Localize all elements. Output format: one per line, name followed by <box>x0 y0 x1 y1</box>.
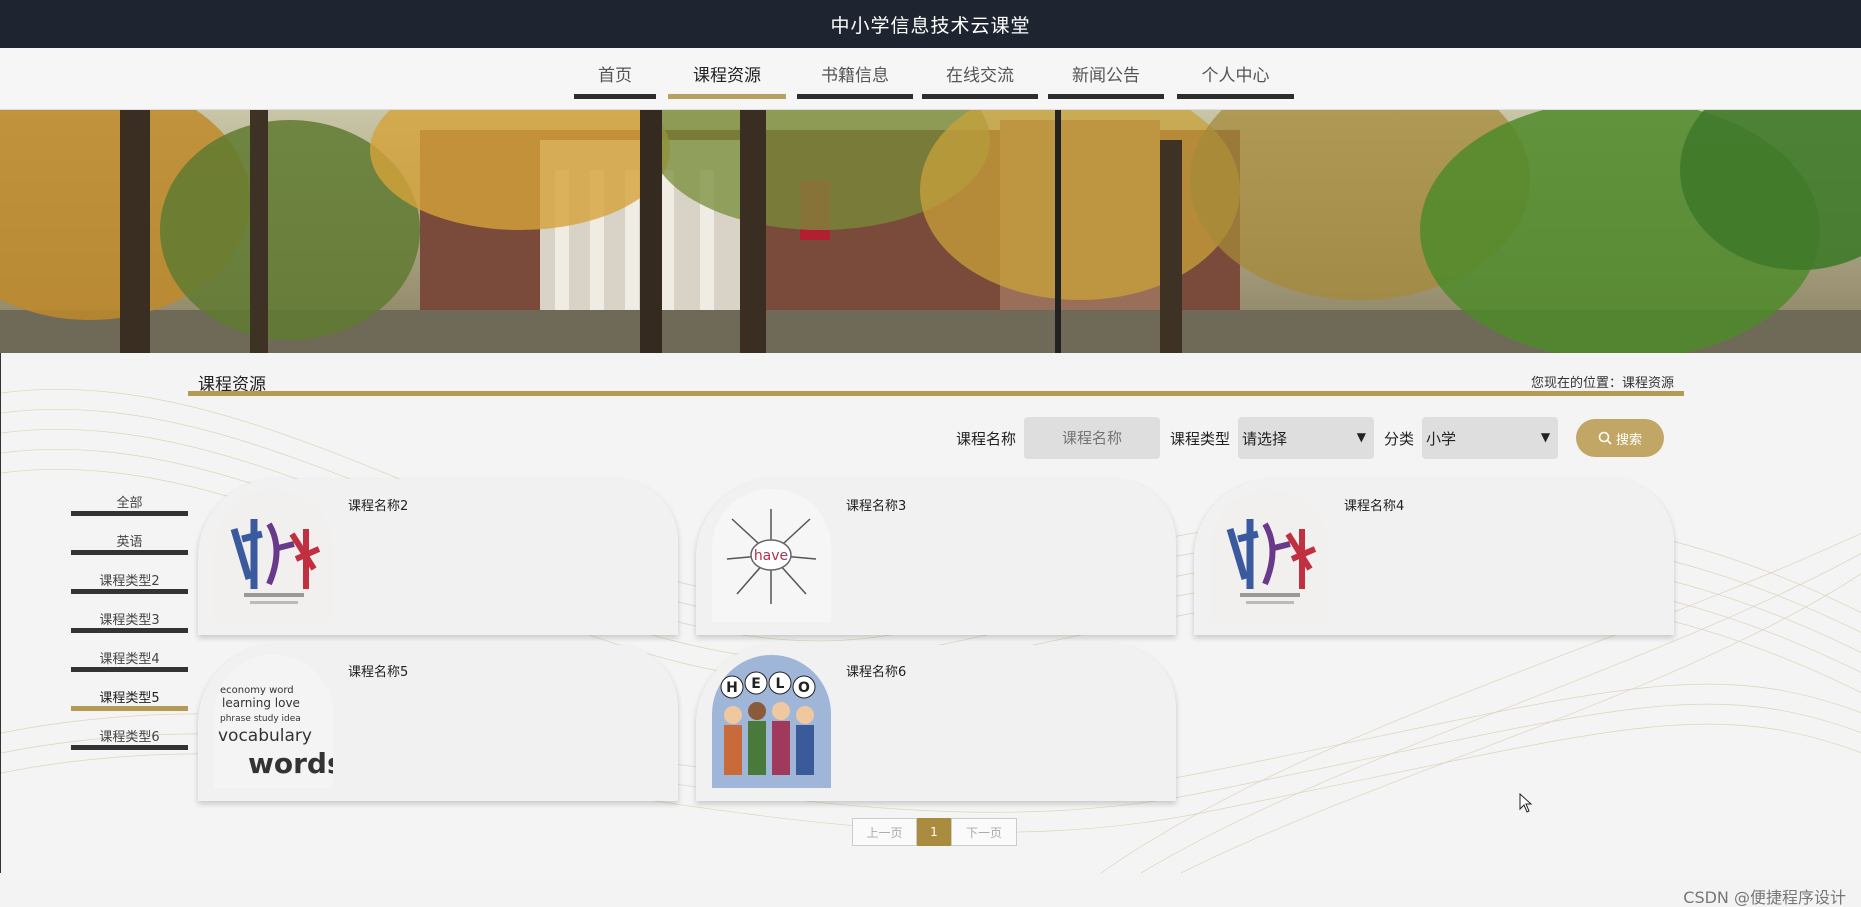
top-bar: 中小学信息技术云课堂 <box>0 0 1861 48</box>
course-title: 课程名称5 <box>348 665 409 680</box>
svg-text:learning love: learning love <box>222 696 300 710</box>
category-type-6[interactable]: 课程类型6 <box>71 731 188 750</box>
svg-text:economy word: economy word <box>220 685 294 696</box>
page-number-button[interactable]: 1 <box>917 818 951 846</box>
hero-banner <box>0 110 1861 353</box>
category-type-4[interactable]: 课程类型4 <box>71 653 188 672</box>
campus-banner-image <box>0 110 1861 353</box>
section-header: 课程资源 您现在的位置：课程资源 <box>188 372 1684 395</box>
course-type-value: 请选择 <box>1242 429 1288 448</box>
course-card[interactable]: economy word learning love phrase study … <box>198 645 678 801</box>
category-label: 分类 <box>1384 429 1415 448</box>
course-card[interactable]: H E L O 课程名称6 <box>696 645 1176 801</box>
course-image-calligraphy <box>1210 489 1329 622</box>
course-title: 课程名称2 <box>348 499 409 514</box>
course-name-input[interactable] <box>1024 417 1161 459</box>
section-divider <box>188 391 1684 396</box>
nav-online-chat[interactable]: 在线交流 <box>922 56 1038 99</box>
svg-text:have: have <box>754 548 788 564</box>
svg-text:O: O <box>798 680 810 696</box>
course-image-vocabulary-words: economy word learning love phrase study … <box>214 655 333 788</box>
content-area: 课程资源 您现在的位置：课程资源 课程名称 课程类型 请选择 ▼ 分类 小学 ▼… <box>0 353 1861 873</box>
nav-personal-center[interactable]: 个人中心 <box>1177 56 1294 99</box>
course-image-have-wordmap: have <box>712 489 831 622</box>
course-title: 课程名称6 <box>846 665 907 680</box>
watermark: CSDN @便捷程序设计 <box>1683 888 1846 907</box>
category-type-2[interactable]: 课程类型2 <box>71 575 188 594</box>
category-type-3[interactable]: 课程类型3 <box>71 614 188 633</box>
next-page-button[interactable]: 下一页 <box>951 818 1017 846</box>
chevron-down-icon: ▼ <box>1540 430 1551 444</box>
app-title: 中小学信息技术云课堂 <box>830 14 1031 37</box>
category-select[interactable]: 小学 ▼ <box>1422 417 1559 459</box>
svg-text:words: words <box>248 747 333 780</box>
nav-home[interactable]: 首页 <box>574 56 656 99</box>
search-icon <box>1598 431 1612 445</box>
course-card[interactable]: 课程名称4 <box>1194 479 1674 635</box>
svg-text:L: L <box>776 676 785 692</box>
chevron-down-icon: ▼ <box>1356 430 1367 444</box>
course-title: 课程名称3 <box>846 499 907 514</box>
category-english[interactable]: 英语 <box>71 536 188 555</box>
nav-books[interactable]: 书籍信息 <box>797 56 913 99</box>
category-type-5[interactable]: 课程类型5 <box>71 692 188 711</box>
course-card[interactable]: have 课程名称3 <box>696 479 1176 635</box>
course-title: 课程名称4 <box>1344 499 1405 514</box>
mouse-cursor-icon <box>1519 793 1533 813</box>
category-value: 小学 <box>1426 429 1457 448</box>
nav-course-resources[interactable]: 课程资源 <box>668 56 786 99</box>
svg-text:phrase study idea: phrase study idea <box>220 714 301 724</box>
course-image-calligraphy <box>214 489 333 622</box>
svg-text:vocabulary: vocabulary <box>218 726 312 746</box>
svg-text:E: E <box>751 676 761 692</box>
prev-page-button[interactable]: 上一页 <box>852 818 917 846</box>
course-image-hello-kids: H E L O <box>712 655 831 788</box>
course-type-select[interactable]: 请选择 ▼ <box>1238 417 1375 459</box>
pagination: 上一页 1 下一页 <box>852 818 1017 846</box>
search-button[interactable]: 搜索 <box>1576 419 1665 457</box>
course-type-label: 课程类型 <box>1170 429 1231 448</box>
search-button-label: 搜索 <box>1616 432 1643 448</box>
footer: CSDN @便捷程序设计 <box>0 873 1861 907</box>
svg-text:H: H <box>726 680 738 696</box>
search-bar: 课程名称 课程类型 请选择 ▼ 分类 小学 ▼ 搜索 <box>956 417 1665 459</box>
course-card[interactable]: 课程名称2 <box>198 479 678 635</box>
course-name-label: 课程名称 <box>956 429 1017 448</box>
main-nav: 首页 课程资源 书籍信息 在线交流 新闻公告 个人中心 <box>0 48 1861 110</box>
nav-news[interactable]: 新闻公告 <box>1048 56 1164 99</box>
category-all[interactable]: 全部 <box>71 497 188 516</box>
breadcrumb: 您现在的位置：课程资源 <box>1530 376 1674 391</box>
